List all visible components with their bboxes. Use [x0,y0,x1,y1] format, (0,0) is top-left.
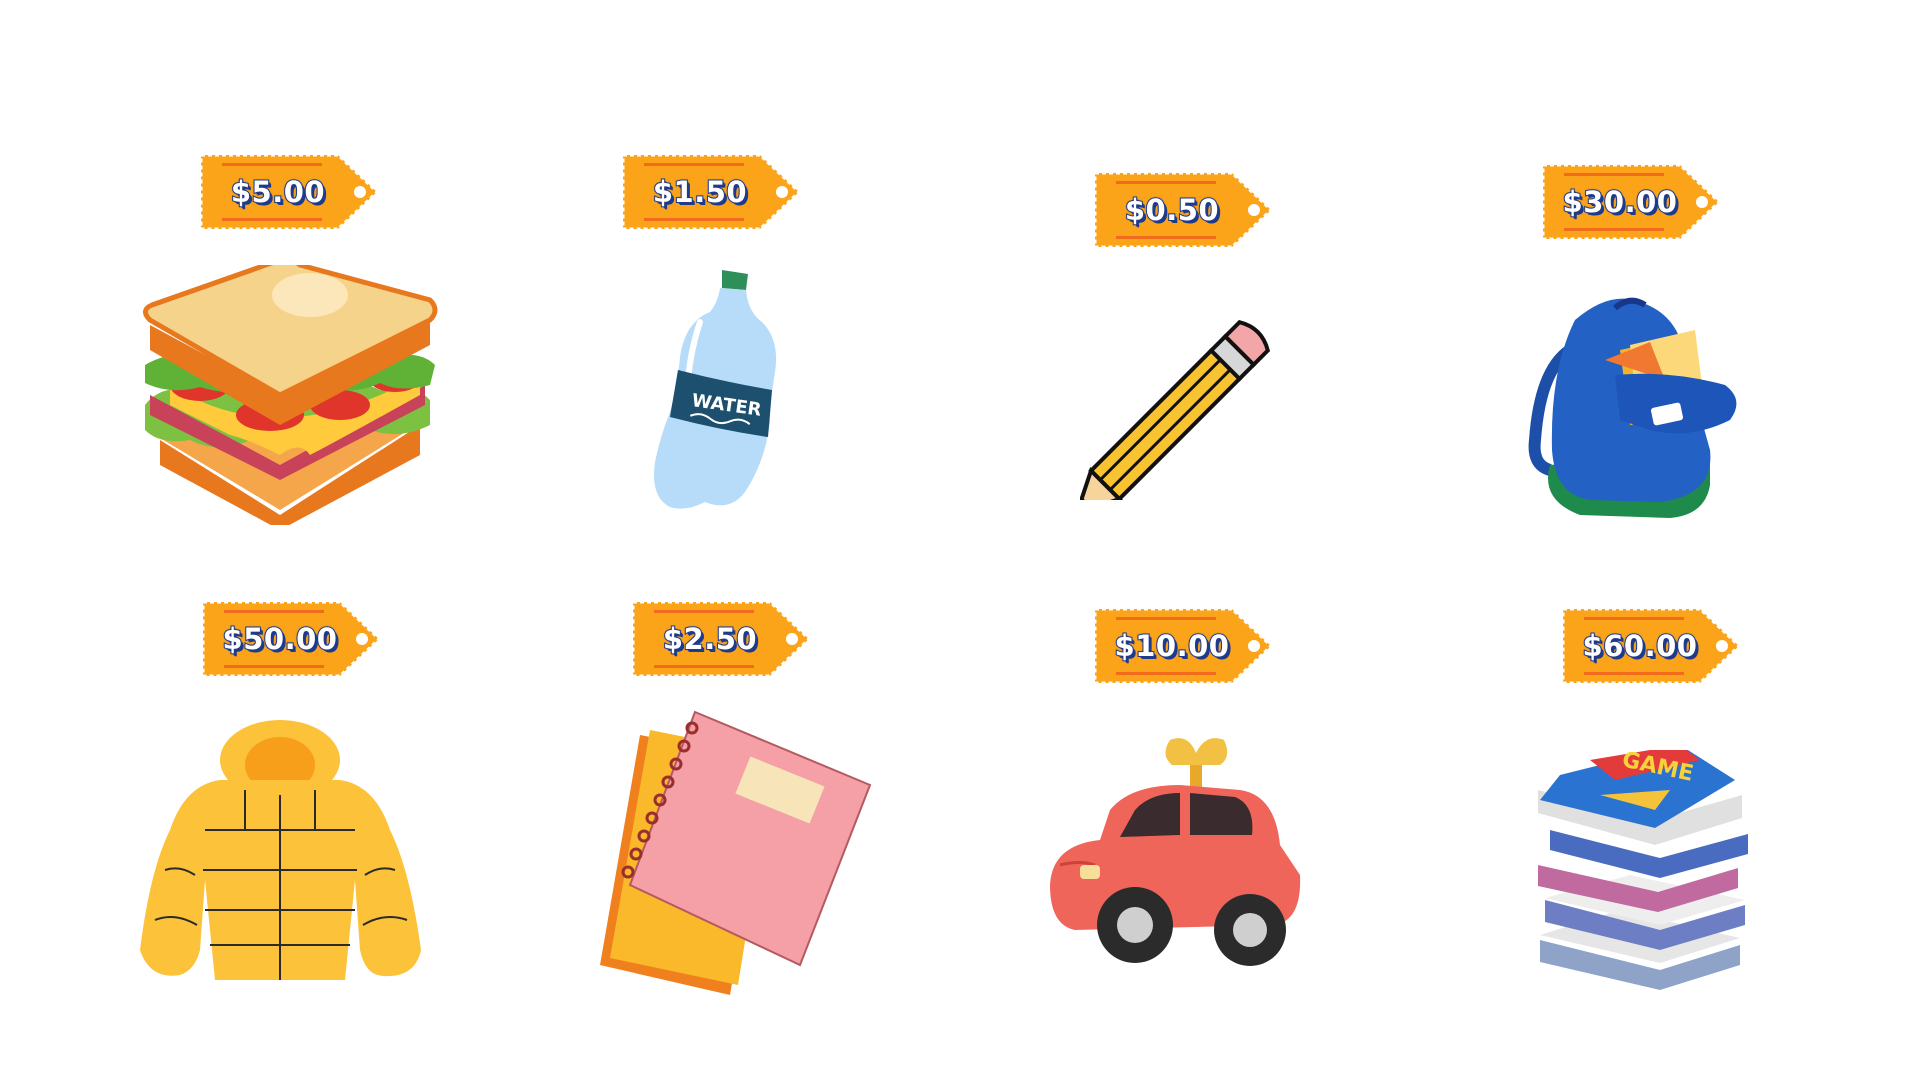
notebooks-icon [600,710,872,995]
price-tag: $5.00 [198,152,380,232]
price-tag: $60.00 [1560,606,1742,686]
price-label: $30.00 [1562,184,1678,220]
item-puffer-jacket[interactable]: $50.00 [120,595,440,1015]
price-tag: $1.50 [620,152,802,232]
price-tag: $2.50 [630,599,812,679]
price-tag: $30.00 [1540,162,1722,242]
pencil-icon [1080,320,1270,500]
price-tag: $50.00 [200,599,382,679]
price-label: $1.50 [652,174,748,210]
price-label: $5.00 [230,174,326,210]
price-label: $10.00 [1114,628,1230,664]
toy-car-icon [1050,738,1301,966]
item-notebooks[interactable]: $2.50 [560,595,900,1015]
game-stack-icon: GAME [1538,750,1748,990]
item-video-games[interactable]: $60.00 GAME [1520,600,1840,1020]
item-toy-car[interactable]: $10.00 [1040,600,1360,1020]
item-water-bottle[interactable]: $1.50 WATER [560,150,880,530]
water-bottle-icon: WATER [654,270,777,509]
price-tag: $10.00 [1092,606,1274,686]
price-label: $60.00 [1582,628,1698,664]
price-label: $2.50 [662,621,758,657]
item-sandwich[interactable]: $5.00 [120,150,440,530]
price-tag: $0.50 [1092,170,1274,250]
price-label: $0.50 [1124,192,1220,228]
backpack-icon [1528,297,1737,518]
item-backpack[interactable]: $30.00 [1500,160,1820,530]
sandwich-icon [143,265,438,525]
item-pencil[interactable]: $0.50 [1040,170,1360,530]
jacket-icon [140,720,421,980]
price-label: $50.00 [222,621,338,657]
